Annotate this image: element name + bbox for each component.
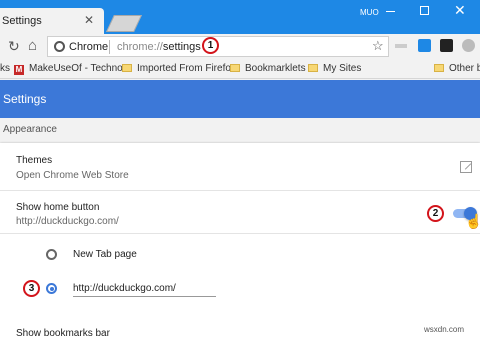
folder-icon — [434, 64, 444, 72]
extension-arrow-icon[interactable] — [395, 44, 407, 48]
tab-settings[interactable]: Settings ✕ — [0, 8, 104, 34]
settings-header: Settings — [0, 80, 480, 118]
hand-cursor-icon: ☝ — [465, 213, 480, 229]
external-link-icon[interactable] — [460, 161, 472, 173]
section-title: Appearance — [3, 124, 57, 135]
bookmark-item[interactable]: M MakeUseOf - Techno — [14, 63, 123, 75]
tab-close-icon[interactable]: ✕ — [84, 13, 94, 27]
bookmark-item[interactable]: ks — [0, 63, 10, 74]
url-text[interactable]: chrome://settings — [117, 41, 201, 53]
callout-1: 1 — [202, 37, 219, 54]
home-icon[interactable]: ⌂ — [28, 37, 37, 55]
extension-shield-icon[interactable] — [440, 39, 453, 52]
radio-new-tab-page[interactable] — [46, 249, 57, 260]
home-url-input[interactable] — [73, 281, 216, 297]
tab-title: Settings — [2, 15, 42, 27]
bookmark-folder[interactable]: Bookmarklets — [230, 63, 306, 74]
divider — [0, 233, 480, 234]
page-title: Settings — [3, 92, 47, 106]
radio-custom-url[interactable] — [46, 283, 57, 294]
themes-label[interactable]: Themes — [16, 155, 52, 166]
folder-icon — [122, 64, 132, 72]
callout-3: 3 — [23, 280, 40, 297]
bookmarks-bar-label: Show bookmarks bar — [16, 328, 110, 337]
folder-icon — [308, 64, 318, 72]
minimize-icon[interactable] — [386, 11, 395, 12]
home-button-url: http://duckduckgo.com/ — [16, 216, 119, 227]
bookmark-folder[interactable]: Imported From Firefo — [122, 63, 231, 74]
divider — [0, 190, 480, 191]
maximize-icon[interactable] — [420, 6, 429, 15]
watermark: wsxdn.com — [424, 325, 465, 334]
muo-icon: M — [14, 65, 24, 75]
omnibox-chip: Chrome — [69, 41, 109, 53]
callout-2: 2 — [427, 205, 444, 222]
extension-s-icon[interactable] — [418, 39, 431, 52]
browser-toolbar: ↻ ⌂ Chrome chrome://settings ☆ 1 — [0, 34, 480, 59]
site-info-icon[interactable] — [54, 41, 65, 52]
extension-gear-icon[interactable] — [462, 39, 475, 52]
reload-icon[interactable]: ↻ — [8, 37, 20, 55]
new-tab-button[interactable] — [106, 15, 142, 32]
title-bar: Settings ✕ MUO ✕ — [0, 0, 480, 34]
new-tab-page-label[interactable]: New Tab page — [73, 249, 137, 260]
bookmarks-bar: ks M MakeUseOf - Techno Imported From Fir… — [0, 59, 480, 79]
home-button-label: Show home button — [16, 202, 100, 213]
bookmark-star-icon[interactable]: ☆ — [372, 38, 384, 54]
profile-name[interactable]: MUO — [360, 8, 379, 17]
themes-sub[interactable]: Open Chrome Web Store — [16, 170, 129, 181]
folder-icon — [230, 64, 240, 72]
omnibox-divider — [109, 40, 110, 54]
bookmark-folder[interactable]: My Sites — [308, 63, 361, 74]
window-close-icon[interactable]: ✕ — [454, 2, 466, 19]
bookmark-folder[interactable]: Other b — [434, 63, 480, 74]
